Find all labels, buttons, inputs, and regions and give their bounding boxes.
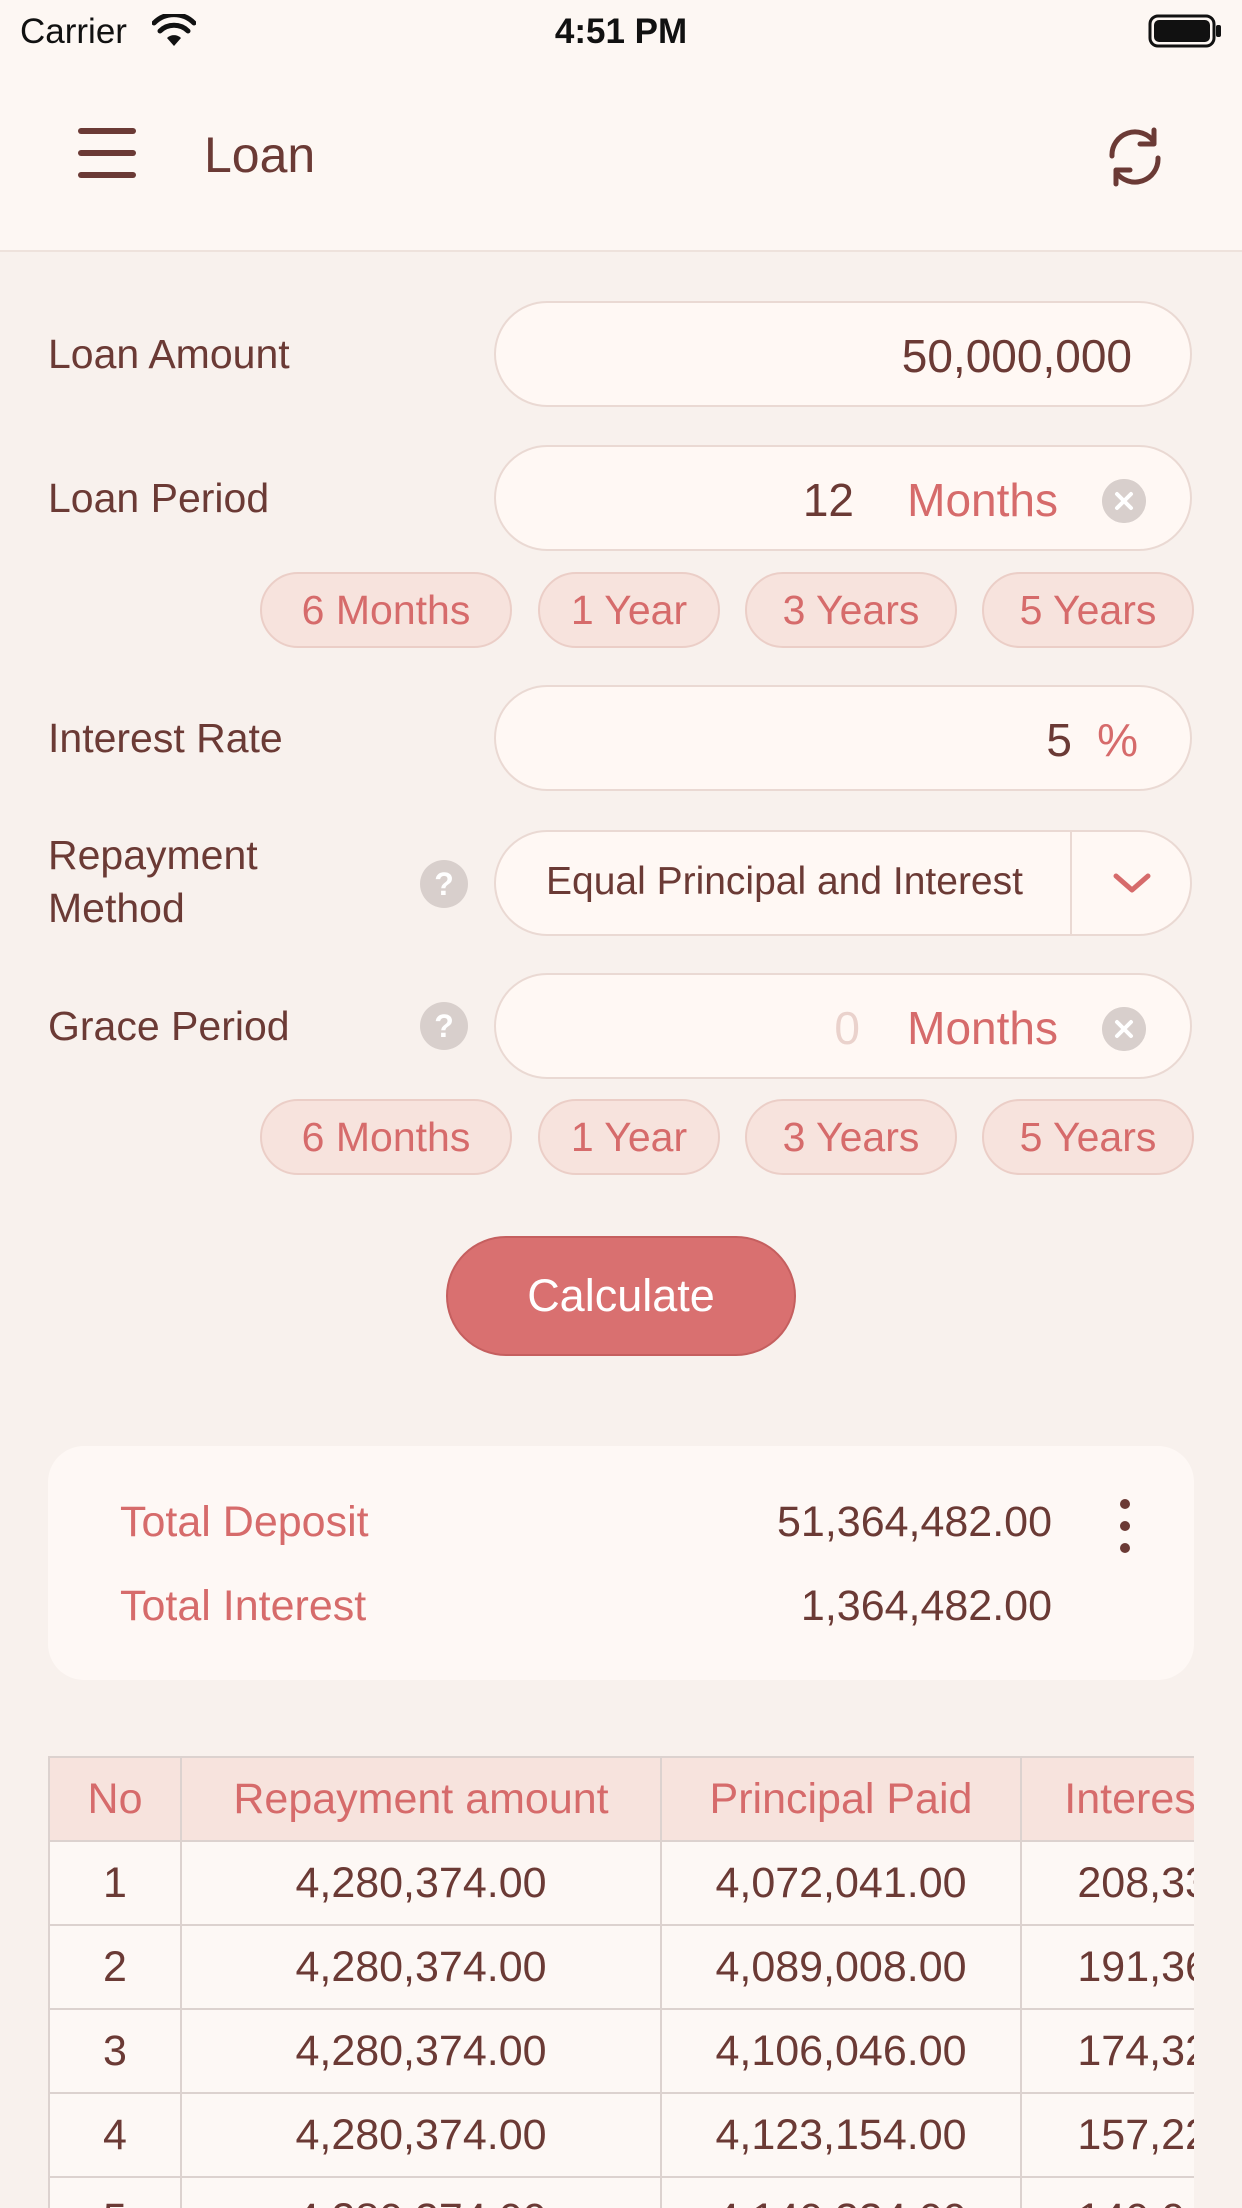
grace-period-preset-5-years[interactable]: 5 Years [982,1099,1194,1175]
grace-period-help-icon[interactable]: ? [420,1002,468,1050]
grace-period-label: Grace Period [48,1003,290,1049]
table-cell: 4,089,008.00 [660,1924,1022,2010]
table-cell: 4,280,374.00 [180,2176,662,2208]
table-cell: 4 [48,2092,182,2178]
table-cell: 4,140,334.00 [660,2176,1022,2208]
total-interest-label: Total Interest [120,1582,367,1630]
percent-unit: % [1097,714,1138,766]
chevron-down-icon[interactable] [1110,868,1154,898]
loan-amount-input[interactable]: 50,000,000 [494,301,1192,407]
interest-rate-input[interactable]: 5 % [494,685,1192,791]
total-interest-value: 1,364,482.00 [800,1582,1052,1630]
loan-period-preset-5-years[interactable]: 5 Years [982,572,1194,648]
table-cell: 4,280,374.00 [180,2008,662,2094]
table-cell: 2 [48,1924,182,2010]
grace-period-preset-1-year[interactable]: 1 Year [538,1099,720,1175]
table-cell: 4,123,154.00 [660,2092,1022,2178]
loan-period-preset-1-year[interactable]: 1 Year [538,572,720,648]
clear-icon[interactable] [1102,1007,1146,1051]
table-cell: 191,366.00 [1020,1924,1194,2010]
table-cell: 3 [48,2008,182,2094]
status-bar: Carrier 4:51 PM [0,0,1242,62]
calculate-button[interactable]: Calculate [446,1236,796,1356]
column-header-no: No [48,1756,182,1842]
table-cell: 140,040.00 [1020,2176,1194,2208]
table-cell: 4,106,046.00 [660,2008,1022,2094]
column-header-interest-paid: Interest Paid [1020,1756,1194,1842]
app-header: Loan [0,62,1242,252]
more-options-icon[interactable] [1110,1496,1140,1556]
table-cell: 1 [48,1840,182,1926]
table-row: 4 4,280,374.00 4,123,154.00 157,220.00 [48,2092,1194,2178]
loan-period-input[interactable]: 12 Months [494,445,1192,551]
table-header-row: No Repayment amount Principal Paid Inter… [48,1756,1194,1842]
loan-period-label: Loan Period [48,475,270,521]
page-title: Loan [204,127,316,183]
loan-period-unit: Months [907,474,1058,526]
grace-period-placeholder: 0 [834,1002,860,1054]
menu-icon[interactable] [72,124,142,182]
interest-rate-label: Interest Rate [48,715,283,761]
table-cell: 208,333.00 [1020,1840,1194,1926]
loan-amount-value: 50,000,000 [901,330,1132,382]
table-row: 2 4,280,374.00 4,089,008.00 191,366.00 [48,1924,1194,2010]
repayment-method-selected: Equal Principal and Interest [546,860,1023,903]
battery-icon [1148,14,1221,48]
grace-period-preset-6-months[interactable]: 6 Months [260,1099,512,1175]
summary-card: Total Deposit 51,364,482.00 Total Intere… [48,1446,1194,1680]
column-header-principal-paid: Principal Paid [660,1756,1022,1842]
loan-amount-label: Loan Amount [48,331,290,377]
total-deposit-value: 51,364,482.00 [777,1498,1052,1546]
table-cell: 5 [48,2176,182,2208]
table-cell: 4,072,041.00 [660,1840,1022,1926]
table-cell: 4,280,374.00 [180,1924,662,2010]
repayment-schedule-table[interactable]: No Repayment amount Principal Paid Inter… [48,1756,1194,2208]
clear-icon[interactable] [1102,479,1146,523]
total-deposit-label: Total Deposit [120,1498,369,1546]
clock: 4:51 PM [554,12,688,51]
repayment-method-label-line2: Method [48,885,185,931]
table-cell: 174,328.00 [1020,2008,1194,2094]
loan-period-preset-3-years[interactable]: 3 Years [745,572,957,648]
table-row: 1 4,280,374.00 4,072,041.00 208,333.00 [48,1840,1194,1926]
repayment-method-label-line1: Repayment [48,832,258,878]
grace-period-unit: Months [907,1002,1058,1054]
grace-period-preset-3-years[interactable]: 3 Years [745,1099,957,1175]
interest-rate-value: 5 [1046,714,1072,766]
grace-period-input[interactable]: 0 Months [494,973,1192,1079]
table-row: 3 4,280,374.00 4,106,046.00 174,328.00 [48,2008,1194,2094]
table-cell: 4,280,374.00 [180,1840,662,1926]
repayment-method-help-icon[interactable]: ? [420,860,468,908]
table-row: 5 4,280,374.00 4,140,334.00 140,040.00 [48,2176,1194,2208]
table-cell: 4,280,374.00 [180,2092,662,2178]
table-cell: 157,220.00 [1020,2092,1194,2178]
refresh-icon[interactable] [1100,122,1170,192]
repayment-method-select[interactable]: Equal Principal and Interest [494,830,1192,936]
loan-period-preset-6-months[interactable]: 6 Months [260,572,512,648]
select-divider [1070,832,1072,934]
loan-period-value: 12 [802,474,854,526]
column-header-repayment-amount: Repayment amount [180,1756,662,1842]
